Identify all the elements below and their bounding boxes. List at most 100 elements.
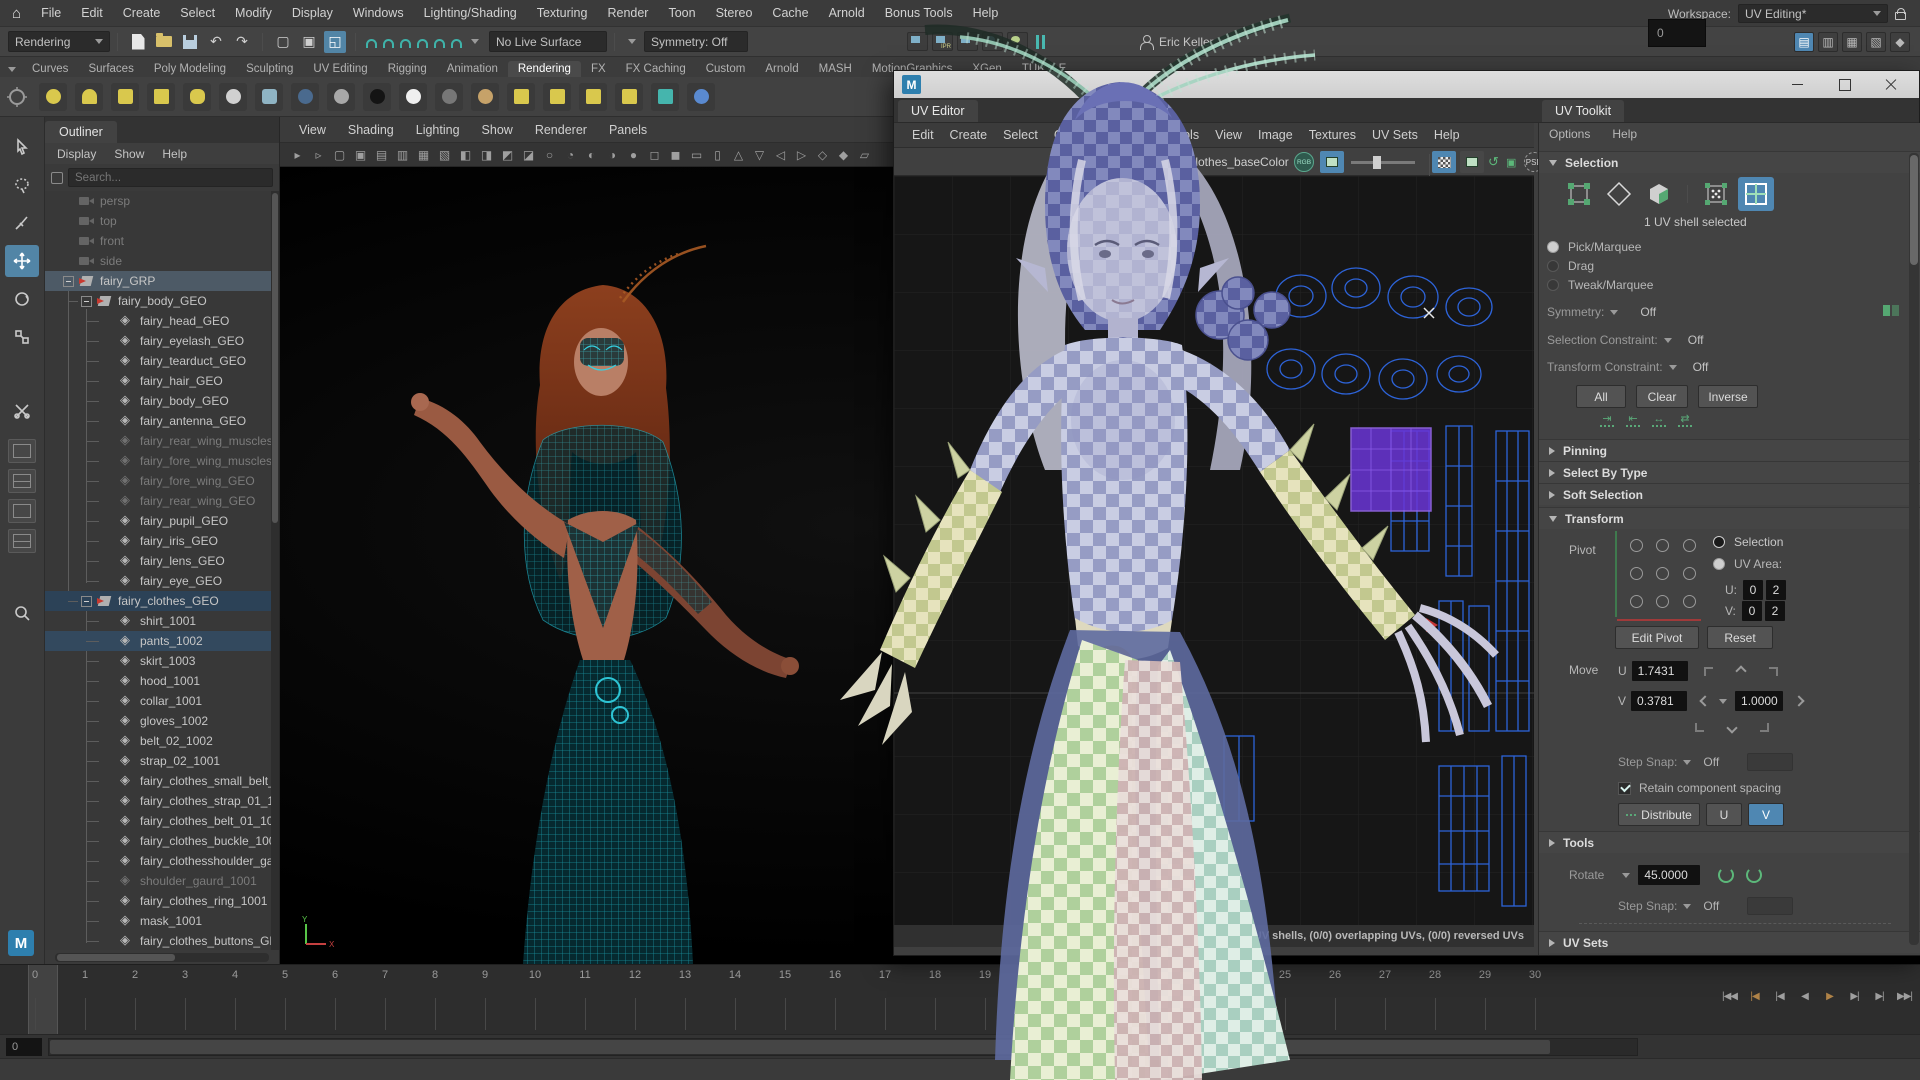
zoom-tool[interactable] xyxy=(5,597,39,629)
window-title-bar[interactable]: M xyxy=(894,71,1919,98)
rgb-channels-icon[interactable]: RGB xyxy=(1294,151,1314,173)
viewport-icon[interactable]: ◼ xyxy=(666,146,685,164)
account-menu[interactable]: Eric Keller xyxy=(1138,34,1228,50)
playback-button[interactable]: |◀ xyxy=(1743,983,1766,1009)
pivot-pos-icon[interactable] xyxy=(1630,539,1643,552)
outliner-item[interactable]: fairy_body_GEO xyxy=(45,291,271,311)
reset-pivot-button[interactable]: Reset xyxy=(1707,626,1773,649)
edit-pivot-button[interactable]: Edit Pivot xyxy=(1615,626,1699,649)
menu-item[interactable]: Arnold xyxy=(819,0,875,27)
outliner-item[interactable]: fairy_fore_wing_GEO xyxy=(45,471,271,491)
viewport-icon[interactable]: ◇ xyxy=(813,146,832,164)
outliner-item[interactable]: top xyxy=(45,211,271,231)
select-by-hierarchy-button[interactable]: ▢ xyxy=(272,31,294,53)
open-scene-button[interactable] xyxy=(153,31,175,53)
display-image-button[interactable] xyxy=(1320,151,1344,173)
expand-toggle-icon[interactable] xyxy=(63,276,74,287)
paint-select-tool[interactable] xyxy=(5,207,39,239)
clear-selection-button[interactable]: Clear xyxy=(1636,385,1688,408)
outliner-item[interactable]: gloves_1002 xyxy=(45,711,271,731)
viewport-icon[interactable]: ▥ xyxy=(393,146,412,164)
scale-tool[interactable] xyxy=(5,321,39,353)
uv-shell-dots-icon[interactable] xyxy=(1698,177,1734,211)
pivot-pos-icon[interactable] xyxy=(1656,567,1669,580)
render-setup-icon[interactable] xyxy=(1007,32,1028,51)
outliner-item[interactable]: persp xyxy=(45,191,271,211)
layout-single-pane-button[interactable] xyxy=(8,439,36,463)
viewport-icon[interactable]: ◔ xyxy=(561,146,580,164)
viewport-icon[interactable]: ▹ xyxy=(309,146,328,164)
outliner-scrollbar[interactable] xyxy=(271,191,279,950)
uv-canvas[interactable] xyxy=(894,176,1534,929)
uv-editor-icon[interactable] xyxy=(579,83,607,111)
pivot-uv-area-radio[interactable]: UV Area: xyxy=(1713,557,1782,571)
mode-radio-row[interactable]: Tweak/Marquee xyxy=(1547,275,1653,294)
outliner-item[interactable]: fairy_clothes_buckle_1002 xyxy=(45,831,271,851)
shelf-tab[interactable]: FX xyxy=(581,61,616,77)
outliner-item[interactable]: fairy_head_GEO xyxy=(45,311,271,331)
outliner-item[interactable]: fairy_hair_GEO xyxy=(45,371,271,391)
render-globe-icon[interactable] xyxy=(687,83,715,111)
pause-ipr-icon[interactable] xyxy=(1036,35,1045,49)
rotate-angle-field[interactable]: 45.0000 xyxy=(1638,865,1700,885)
render-current-frame-icon[interactable] xyxy=(907,32,928,51)
move-step-field[interactable]: 1.0000 xyxy=(1735,691,1783,711)
filter-icon[interactable] xyxy=(51,172,63,184)
spot-light-icon[interactable] xyxy=(75,83,103,111)
pivot-pos-icon[interactable] xyxy=(1683,595,1696,608)
outliner-item[interactable]: pants_1002 xyxy=(45,631,271,651)
viewport-icon[interactable]: ◪ xyxy=(519,146,538,164)
new-scene-button[interactable] xyxy=(127,31,149,53)
menu-item[interactable]: File xyxy=(31,0,71,27)
tan-material-icon[interactable] xyxy=(471,83,499,111)
face-select-icon[interactable] xyxy=(1641,177,1677,211)
viewport-icon[interactable]: ▢ xyxy=(330,146,349,164)
outliner-h-scrollbar[interactable] xyxy=(55,953,269,962)
viewport-icon[interactable]: ○ xyxy=(540,146,559,164)
section-tools[interactable]: Tools xyxy=(1539,831,1920,853)
toggle-modeling-toolkit-button[interactable]: ▤ xyxy=(1794,32,1814,52)
redo-button[interactable]: ↷ xyxy=(231,31,253,53)
uv-area-u-min-field[interactable]: 0 xyxy=(1743,580,1763,600)
range-start-field[interactable]: 0 xyxy=(6,1038,42,1056)
texture-image-icon[interactable] xyxy=(1099,151,1117,173)
camera-icon[interactable] xyxy=(255,83,283,111)
align-min-u-icon[interactable]: ⇥ xyxy=(1600,415,1614,427)
playback-button[interactable]: |◀ xyxy=(1768,983,1791,1009)
distribute-button[interactable]: Distribute xyxy=(1618,803,1700,826)
align-max-u-icon[interactable]: ⇤ xyxy=(1626,415,1640,427)
uv-set-icon[interactable] xyxy=(615,83,643,111)
shelf-tab[interactable]: UV Editing xyxy=(303,61,377,77)
menu-item[interactable]: Windows xyxy=(343,0,414,27)
material-ball-icon[interactable] xyxy=(327,83,355,111)
outliner-item[interactable]: fairy_fore_wing_muscles_GEO xyxy=(45,451,271,471)
transform-constraint-value[interactable]: Off xyxy=(1693,360,1709,374)
viewport-icon[interactable]: ◻ xyxy=(645,146,664,164)
pivot-pos-icon[interactable] xyxy=(1630,567,1643,580)
edge-select-icon[interactable] xyxy=(1601,177,1637,211)
outliner-item[interactable]: fairy_clothes_ring_1001 xyxy=(45,891,271,911)
outliner-item[interactable]: shoulder_gaurd_1001 xyxy=(45,871,271,891)
cut-uv-tool[interactable] xyxy=(5,395,39,427)
uv-editor-menu-item[interactable]: Create xyxy=(942,128,996,142)
select-by-object-button[interactable]: ▣ xyxy=(298,31,320,53)
select-all-button[interactable]: All xyxy=(1576,385,1626,408)
align-max-v-icon[interactable]: ⇄ xyxy=(1678,415,1692,427)
chevron-down-icon[interactable] xyxy=(1664,338,1672,343)
playback-button[interactable]: ▶ xyxy=(1818,983,1841,1009)
move-right-icon[interactable] xyxy=(1793,695,1804,706)
range-slider[interactable]: 0 xyxy=(0,1034,1920,1058)
move-down-icon[interactable] xyxy=(1726,722,1737,733)
viewport-icon[interactable]: ▯ xyxy=(708,146,727,164)
expand-toggle-icon[interactable] xyxy=(81,296,92,307)
chevron-down-icon[interactable] xyxy=(1622,873,1630,878)
ipr-render-icon[interactable]: IPR xyxy=(932,32,953,51)
outliner-item[interactable]: side xyxy=(45,251,271,271)
snap-to-curve-icon[interactable] xyxy=(383,39,394,48)
modeling-toolkit-badge[interactable]: M xyxy=(8,930,34,956)
chevron-down-icon[interactable] xyxy=(1683,904,1691,909)
toggle-tool-settings-button[interactable]: ▥ xyxy=(1818,32,1838,52)
viewport-menu-item[interactable]: Shading xyxy=(339,123,403,137)
chevron-down-icon[interactable] xyxy=(1669,365,1677,370)
menu-item[interactable]: Help xyxy=(963,0,1009,27)
